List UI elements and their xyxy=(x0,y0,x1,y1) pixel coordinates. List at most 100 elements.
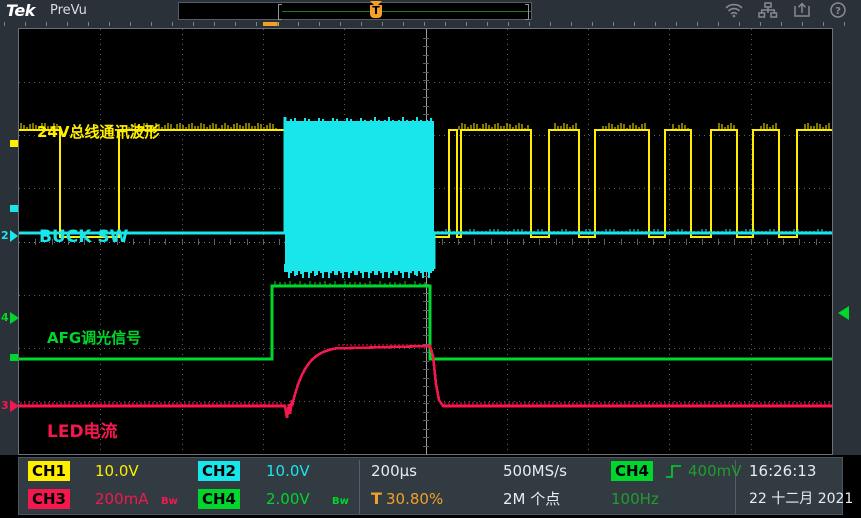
trigger-marker-glyph: T xyxy=(370,4,382,18)
trigger-position-icon: T xyxy=(371,489,382,509)
ch4-ground-marker[interactable] xyxy=(10,354,18,361)
ch3-badge[interactable]: CH3 xyxy=(28,489,70,509)
ch1-ground-marker[interactable] xyxy=(10,140,18,147)
timeline-tick xyxy=(508,22,509,26)
timeline-tick xyxy=(277,22,278,26)
channel-marker-3-label: 3 xyxy=(1,400,9,412)
ch1-scale[interactable]: 10.0V xyxy=(95,461,139,481)
timeline-tick xyxy=(445,22,446,26)
timeline-tick xyxy=(298,22,299,26)
waveform-area: 2 4 3 xyxy=(0,28,861,455)
timeline-tick xyxy=(214,22,215,26)
tek-logo: Tek xyxy=(6,1,48,21)
waveform-label-ch4: AFG调光信号 xyxy=(47,327,141,348)
timeline-tick xyxy=(88,22,89,26)
timeline-tick xyxy=(4,22,5,26)
acquisition-mode-label: PreVu xyxy=(50,2,87,20)
timeline-tick xyxy=(802,22,803,26)
waveform-overview-bar[interactable] xyxy=(178,2,532,20)
graticule[interactable]: 24V总线通讯波形 BUCK SW AFG调光信号 LED电流 xyxy=(18,28,833,455)
overview-trace xyxy=(282,11,531,12)
top-menu-bar: Tek PreVu T xyxy=(0,0,861,22)
ch2-ground-marker[interactable] xyxy=(10,205,18,212)
timeline-tick xyxy=(403,22,404,26)
timeline-tick xyxy=(760,22,761,26)
ch1-badge[interactable]: CH1 xyxy=(28,461,70,481)
status-bar: CH1 10.0V CH3 200mA Bw CH2 10.0V CH4 2.0… xyxy=(0,455,861,518)
channel-marker-2-arrow xyxy=(10,230,18,242)
trigger-position-value[interactable]: 30.80% xyxy=(386,489,443,509)
ch3-scale[interactable]: 200mA xyxy=(95,489,149,509)
waveform-label-ch3: LED电流 xyxy=(47,417,118,442)
overview-bracket-left[interactable] xyxy=(278,4,279,20)
timeline-tick xyxy=(67,22,68,26)
timeline-tick xyxy=(256,22,257,26)
timeline-tick xyxy=(25,22,26,26)
timeline-tick xyxy=(109,22,110,26)
ch2-burst-bottom-edge xyxy=(285,264,433,278)
svg-text:?: ? xyxy=(835,6,841,17)
timeline-tick xyxy=(613,22,614,26)
right-gutter xyxy=(833,28,861,455)
timeline-tick xyxy=(361,22,362,26)
timeline-tick xyxy=(571,22,572,26)
timeline-tick xyxy=(634,22,635,26)
waveform-label-ch1: 24V总线通讯波形 xyxy=(37,121,159,142)
timeline-tick xyxy=(697,22,698,26)
timeline-tick xyxy=(676,22,677,26)
timeline-tick xyxy=(844,22,845,26)
timeline-tick xyxy=(130,22,131,26)
ch4-badge[interactable]: CH4 xyxy=(198,489,240,509)
help-icon[interactable]: ? xyxy=(825,2,851,20)
timeline-tick xyxy=(655,22,656,26)
timeline-tick xyxy=(592,22,593,26)
overview-trigger-marker[interactable]: T xyxy=(368,1,384,21)
timebase-value[interactable]: 200µs xyxy=(371,461,417,481)
timeline-tick xyxy=(424,22,425,26)
sample-rate-value[interactable]: 500MS/s xyxy=(503,461,567,481)
ch2-burst-top-edge xyxy=(285,117,433,124)
timeline-tick xyxy=(151,22,152,26)
trigger-level-arrow[interactable] xyxy=(838,306,849,320)
timeline-tick xyxy=(739,22,740,26)
timeline-tick xyxy=(235,22,236,26)
timeline-tick xyxy=(46,22,47,26)
rising-edge-icon xyxy=(665,463,683,480)
channel-marker-4-label: 4 xyxy=(1,312,9,324)
ch3-noise-overlay xyxy=(21,344,829,406)
status-divider-1 xyxy=(359,460,360,514)
ch4-coupling[interactable]: Bw xyxy=(332,496,349,508)
ch3-trace xyxy=(19,346,832,418)
ch2-badge[interactable]: CH2 xyxy=(198,461,240,481)
waveform-traces xyxy=(19,29,832,454)
save-export-icon[interactable] xyxy=(789,2,815,20)
record-length-value[interactable]: 2M 个点 xyxy=(503,489,560,509)
timeline-tick xyxy=(319,22,320,26)
status-panel: CH1 10.0V CH3 200mA Bw CH2 10.0V CH4 2.0… xyxy=(18,457,843,515)
trigger-frequency-value[interactable]: 100Hz xyxy=(611,489,659,509)
timeline-tick xyxy=(781,22,782,26)
timeline-tick xyxy=(550,22,551,26)
timeline-tick xyxy=(466,22,467,26)
timeline-tick xyxy=(529,22,530,26)
trigger-source-badge[interactable]: CH4 xyxy=(611,461,653,481)
overview-bracket-right[interactable] xyxy=(528,4,529,20)
timeline-tick xyxy=(382,22,383,26)
timeline-tick xyxy=(340,22,341,26)
timeline-tick xyxy=(718,22,719,26)
trigger-level-value[interactable]: 400mV xyxy=(688,461,742,481)
ch4-trace xyxy=(19,286,832,359)
ch2-scale[interactable]: 10.0V xyxy=(266,461,310,481)
timeline-tick xyxy=(823,22,824,26)
waveform-label-ch2: BUCK SW xyxy=(39,227,128,247)
wifi-icon[interactable] xyxy=(721,2,747,20)
ch4-scale[interactable]: 2.00V xyxy=(266,489,310,509)
timeline-tick xyxy=(193,22,194,26)
channel-marker-2-label: 2 xyxy=(1,230,9,242)
clock-time: 16:26:13 xyxy=(749,461,816,481)
ch3-coupling[interactable]: Bw xyxy=(161,496,178,508)
timeline-tick xyxy=(487,22,488,26)
network-icon[interactable] xyxy=(755,2,781,20)
oscilloscope-screen: Tek PreVu T xyxy=(0,0,861,518)
left-gutter: 2 4 3 xyxy=(0,28,18,455)
